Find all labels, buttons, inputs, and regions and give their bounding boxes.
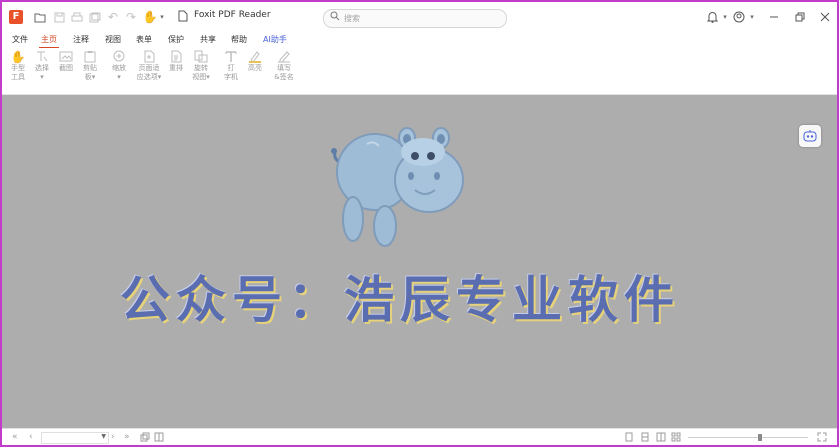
fit-page-button[interactable]: 页面适 应选项▾: [134, 50, 164, 82]
continuous-view-icon[interactable]: [640, 432, 650, 445]
account-icon[interactable]: [732, 10, 746, 24]
zoom-icon: [111, 50, 127, 64]
chevron-down-icon[interactable]: ▾: [718, 10, 732, 24]
ribbon-toolbar: ✋ 手型 工具 选择 ▾ 截图 剪贴 板▾ 缩放 ▾ 页面适 应选项▾ 重排 旋…: [2, 48, 837, 137]
highlight-icon: [247, 50, 263, 64]
typewriter-icon: [223, 50, 239, 64]
menu-form[interactable]: 表单: [136, 34, 152, 45]
menu-ai-assistant[interactable]: AI助手: [263, 34, 287, 45]
last-page-icon[interactable]: »: [124, 432, 130, 443]
typewriter-button[interactable]: 打 字机: [221, 50, 241, 82]
select-tool-button[interactable]: 选择 ▾: [32, 50, 52, 82]
restore-icon[interactable]: [793, 10, 807, 24]
batch-print-icon[interactable]: [88, 10, 102, 24]
chevron-down-icon[interactable]: ▼: [101, 433, 106, 440]
menu-bar: 文件 主页 注释 视图 表单 保护 共享 帮助 AI助手: [2, 32, 837, 49]
highlight-button[interactable]: 高亮: [245, 50, 265, 73]
minimize-icon[interactable]: [767, 10, 781, 24]
first-page-icon[interactable]: «: [12, 432, 18, 443]
snapshot-button[interactable]: 截图: [56, 50, 76, 73]
snapshot-icon: [58, 50, 74, 64]
reflow-icon: [168, 50, 184, 64]
copy-page-icon[interactable]: [140, 432, 150, 445]
chevron-down-icon[interactable]: ▾: [155, 10, 169, 24]
facing-view-icon[interactable]: [656, 432, 666, 445]
fill-sign-button[interactable]: 填写 &签名: [272, 50, 296, 82]
redo-icon[interactable]: ↷: [124, 10, 138, 24]
menu-share[interactable]: 共享: [200, 34, 216, 45]
zoom-slider-handle[interactable]: [758, 434, 762, 441]
reflow-button[interactable]: 重排: [166, 50, 186, 73]
menu-file[interactable]: 文件: [12, 34, 28, 45]
watermark-text: 公众号：浩辰专业软件: [120, 271, 680, 329]
search-icon: [330, 11, 340, 24]
foxit-logo-icon[interactable]: F: [9, 10, 23, 24]
two-page-icon[interactable]: [154, 432, 164, 445]
menu-protect[interactable]: 保护: [168, 34, 184, 45]
undo-icon[interactable]: ↶: [106, 10, 120, 24]
save-icon[interactable]: [52, 10, 66, 24]
zoom-slider[interactable]: [688, 437, 808, 438]
app-window: F ↶ ↷ ✋ ▾ Foxit PDF Reader 搜索 ▾ ▾ 文件 主页 …: [2, 2, 837, 445]
title-bar: F ↶ ↷ ✋ ▾ Foxit PDF Reader 搜索 ▾ ▾: [2, 2, 837, 32]
status-bar: « ‹ ▼ › »: [2, 428, 837, 445]
previous-page-icon[interactable]: ‹: [29, 432, 33, 443]
menu-help[interactable]: 帮助: [231, 34, 247, 45]
hand-tool-button[interactable]: ✋ 手型 工具: [8, 50, 28, 82]
rotate-view-button[interactable]: 旋转 视图▾: [189, 50, 213, 82]
next-page-icon[interactable]: ›: [111, 432, 115, 443]
print-icon[interactable]: [70, 10, 84, 24]
search-placeholder: 搜索: [344, 14, 360, 23]
single-page-view-icon[interactable]: [624, 432, 634, 445]
zoom-button[interactable]: 缩放 ▾: [108, 50, 130, 82]
hand-icon: ✋: [10, 50, 26, 64]
thumbnail-view-icon[interactable]: [671, 432, 681, 445]
menu-view[interactable]: 视图: [105, 34, 121, 45]
clipboard-icon: [82, 50, 98, 64]
page-number-field[interactable]: ▼: [41, 432, 109, 444]
clipboard-button[interactable]: 剪贴 板▾: [80, 50, 100, 82]
fullscreen-icon[interactable]: [817, 432, 827, 445]
hippo-mascot-image: [331, 127, 464, 247]
rotate-icon: [193, 50, 209, 64]
close-icon[interactable]: [818, 10, 832, 24]
chevron-down-icon[interactable]: ▾: [745, 10, 759, 24]
document-icon: [177, 10, 189, 22]
menu-comment[interactable]: 注释: [73, 34, 89, 45]
open-folder-icon[interactable]: [33, 10, 47, 24]
ai-assistant-float-icon[interactable]: [799, 125, 821, 147]
fit-page-icon: [141, 50, 157, 64]
search-box[interactable]: 搜索: [323, 9, 507, 28]
fill-sign-icon: [276, 50, 292, 64]
text-select-icon: [34, 50, 50, 64]
menu-home[interactable]: 主页: [41, 34, 57, 45]
bell-icon[interactable]: [705, 10, 719, 24]
app-title: Foxit PDF Reader: [194, 10, 271, 20]
